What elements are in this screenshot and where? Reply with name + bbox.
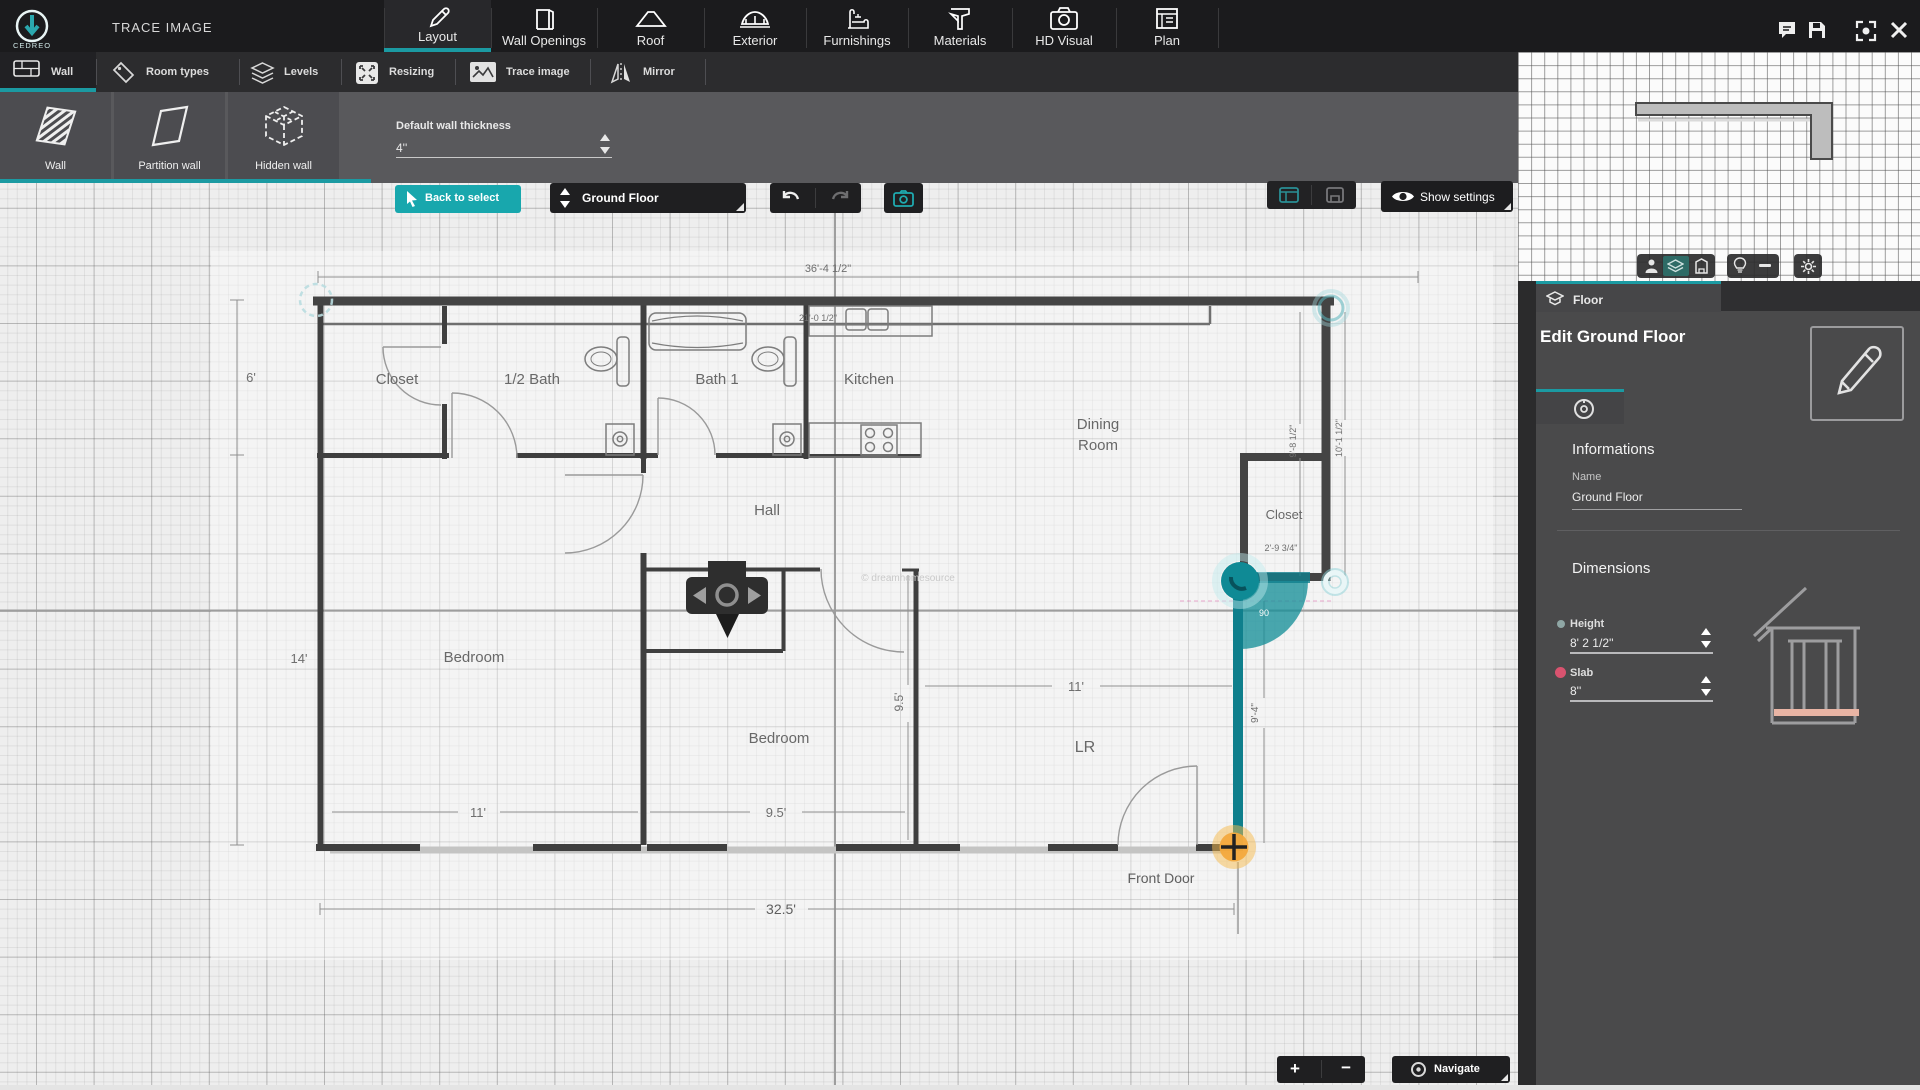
svg-text:36'-4 1/2": 36'-4 1/2" bbox=[805, 263, 851, 275]
svg-text:14': 14' bbox=[291, 651, 308, 666]
svg-text:Room: Room bbox=[1078, 437, 1118, 454]
svg-text:11': 11' bbox=[1068, 679, 1084, 694]
svg-text:9.5': 9.5' bbox=[892, 693, 906, 712]
svg-text:90: 90 bbox=[1259, 608, 1269, 618]
svg-text:LR: LR bbox=[1075, 739, 1095, 756]
svg-text:9'-4": 9'-4" bbox=[1250, 703, 1261, 723]
svg-text:© dreamhomesource: © dreamhomesource bbox=[861, 573, 955, 584]
svg-text:Dining: Dining bbox=[1077, 416, 1120, 433]
svg-text:Bedroom: Bedroom bbox=[749, 730, 810, 747]
svg-text:9'-8 1/2": 9'-8 1/2" bbox=[1288, 425, 1298, 458]
svg-text:CEDREO: CEDREO bbox=[13, 41, 51, 50]
svg-text:10'-1 1/2": 10'-1 1/2" bbox=[1334, 419, 1344, 457]
svg-text:9.5': 9.5' bbox=[766, 805, 787, 820]
svg-text:Hall: Hall bbox=[754, 502, 780, 519]
svg-text:Closet: Closet bbox=[376, 371, 419, 388]
svg-text:Kitchen: Kitchen bbox=[844, 371, 894, 388]
svg-text:Closet: Closet bbox=[1266, 507, 1303, 522]
svg-text:32.5': 32.5' bbox=[766, 901, 796, 917]
svg-text:11': 11' bbox=[470, 805, 486, 820]
svg-text:Bedroom: Bedroom bbox=[444, 649, 505, 666]
svg-text:Front Door: Front Door bbox=[1128, 870, 1195, 886]
svg-text:Bath 1: Bath 1 bbox=[695, 371, 738, 388]
svg-text:6': 6' bbox=[246, 370, 256, 385]
svg-text:1/2 Bath: 1/2 Bath bbox=[504, 371, 560, 388]
svg-text:21'-0 1/2": 21'-0 1/2" bbox=[799, 313, 837, 323]
svg-text:2'-9 3/4": 2'-9 3/4" bbox=[1265, 543, 1298, 553]
